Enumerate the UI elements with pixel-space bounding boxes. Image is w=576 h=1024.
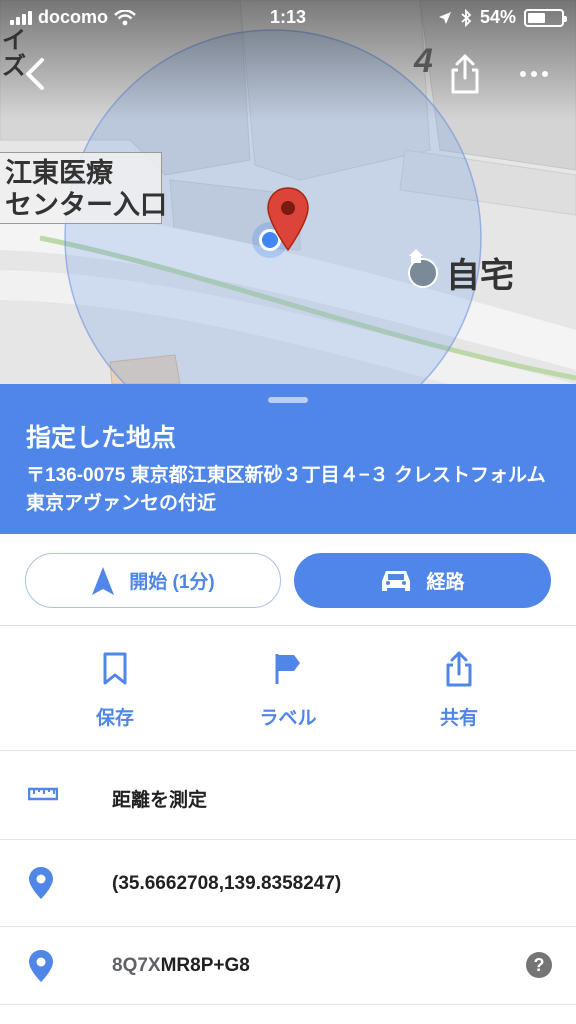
- bluetooth-icon: [461, 8, 472, 27]
- back-icon: [26, 58, 44, 90]
- plus-code-prefix: 8Q7X: [112, 955, 161, 976]
- save-label: 保存: [95, 708, 134, 729]
- home-marker[interactable]: 自宅: [408, 248, 514, 297]
- navigation-arrow-icon: [92, 566, 115, 595]
- map-block-number: 4: [414, 42, 433, 80]
- home-icon: [408, 249, 438, 288]
- share-label: 共有: [439, 708, 478, 729]
- car-icon: [382, 570, 411, 591]
- map-place-label[interactable]: 江東医療 センター入口: [0, 152, 167, 224]
- status-bar: docomo 1:13 54%: [0, 0, 576, 36]
- plus-code-row[interactable]: 8Q7XMR8P+G8 ?: [0, 927, 576, 1005]
- coordinates-value: (35.6662708,139.8358247): [112, 873, 342, 894]
- measure-distance-label: 距離を測定: [112, 790, 208, 811]
- bookmark-icon: [103, 652, 127, 685]
- measure-distance-row[interactable]: 距離を測定: [0, 752, 576, 840]
- location-pin-icon: [29, 867, 53, 899]
- place-address: 〒136-0075 東京都江東区新砂３丁目４−３ クレストフォルム東京アヴァンセ…: [26, 465, 546, 514]
- share-button[interactable]: 共有: [399, 649, 519, 730]
- quick-actions: 保存 ラベル 共有: [0, 627, 576, 751]
- ruler-icon: [28, 787, 58, 801]
- share-top-button[interactable]: [446, 52, 484, 96]
- more-icon: [520, 71, 548, 77]
- map-view[interactable]: イ ズ 4 江東医療 センター入口 自宅: [0, 0, 576, 384]
- share-icon: [446, 651, 472, 687]
- battery-icon: [524, 8, 567, 27]
- route-button-label: 経路: [426, 572, 465, 593]
- action-bar: 開始 (1分) 経路: [0, 534, 576, 626]
- location-arrow-icon: [438, 11, 451, 24]
- red-pin-icon[interactable]: [266, 186, 310, 252]
- back-button[interactable]: [18, 52, 58, 96]
- location-pin-icon: [29, 950, 53, 982]
- label-button[interactable]: ラベル: [228, 649, 348, 730]
- start-button-label: 開始 (1分): [129, 572, 215, 593]
- home-label: 自宅: [446, 257, 514, 295]
- plus-code-suffix: MR8P+G8: [160, 955, 250, 976]
- coordinates-row[interactable]: (35.6662708,139.8358247): [0, 840, 576, 927]
- route-button[interactable]: 経路: [294, 553, 551, 608]
- help-icon[interactable]: ?: [526, 952, 552, 978]
- more-button[interactable]: [512, 60, 556, 88]
- place-title: 指定した地点: [26, 424, 177, 452]
- flag-icon: [275, 654, 300, 684]
- label-label: ラベル: [259, 708, 317, 729]
- share-icon: [451, 54, 479, 94]
- battery-percent: 54%: [479, 7, 516, 27]
- save-button[interactable]: 保存: [55, 649, 175, 730]
- drag-handle[interactable]: [268, 397, 308, 403]
- start-button[interactable]: 開始 (1分): [25, 553, 281, 608]
- place-sheet-header[interactable]: 指定した地点 〒136-0075 東京都江東区新砂３丁目４−３ クレストフォルム…: [0, 384, 576, 534]
